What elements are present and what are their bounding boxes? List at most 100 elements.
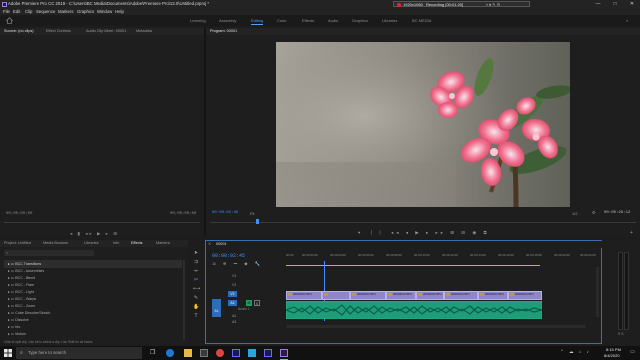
track-label-v3[interactable]: V3 [232, 274, 236, 278]
media-encoder-icon[interactable] [232, 349, 240, 357]
tab-metadata[interactable]: Metadata [136, 28, 152, 35]
program-playhead[interactable] [256, 219, 259, 224]
file-explorer-icon[interactable] [184, 349, 192, 357]
program-timecode[interactable]: 00:00:02:45 [212, 211, 238, 215]
menu-clip[interactable]: Clip [25, 8, 32, 15]
type-tool-icon[interactable]: T [193, 313, 199, 319]
timeline-toolbar-icons[interactable]: ⇲ ⊕ ⎓ ◆ 🔧 [212, 261, 263, 267]
tab-sequence[interactable]: 00001 [216, 241, 227, 248]
video-clip[interactable]: 0009400.MP4 [444, 291, 478, 300]
playback-resolution-select[interactable]: 1/2 [572, 211, 578, 216]
mute-button[interactable]: M [246, 300, 252, 306]
taskbar-search-box[interactable]: ⌕ Type here to search [16, 347, 142, 359]
program-panel-title[interactable]: Program: 00001 [210, 28, 237, 35]
workspace-assembly[interactable]: Assembly [219, 15, 236, 26]
track-label-a1[interactable]: A1 [228, 300, 237, 306]
source-scrub-bar[interactable] [4, 222, 200, 223]
tab-markers[interactable]: Markers [156, 240, 170, 247]
notifications-icon[interactable]: ▭ [630, 349, 635, 355]
track-label-a2[interactable]: A2 [232, 314, 236, 318]
minimize-button[interactable]: — [590, 0, 606, 8]
close-icon[interactable]: ✕ [208, 241, 211, 248]
taskbar-date[interactable]: 8/4/2020 [604, 353, 620, 358]
recorder-app-icon[interactable] [216, 349, 224, 357]
task-view-icon[interactable]: ❐ [150, 349, 158, 357]
workspace-graphics[interactable]: Graphics [352, 15, 368, 26]
solo-button[interactable]: S [254, 300, 260, 306]
selection-tool-icon[interactable]: ➤ [193, 250, 199, 256]
effects-item[interactable]: ▸ ▭ BCC - Assemblies [8, 269, 44, 274]
video-clip[interactable]: 0009400.MP4 [416, 291, 444, 300]
menu-graphics[interactable]: Graphics [77, 8, 94, 15]
audio-clip-a1[interactable] [286, 301, 542, 319]
edge-browser-icon[interactable] [166, 349, 174, 357]
effects-item[interactable]: ▸ ▭ Dissolve [8, 318, 29, 323]
effects-search-input[interactable]: ⌕ [4, 250, 94, 256]
razor-tool-icon[interactable]: ✂ [193, 277, 199, 283]
effects-item[interactable]: ▸ ▭ BCC - Warps [8, 297, 36, 302]
workspace-libraries[interactable]: Libraries [382, 15, 397, 26]
track-label-v1[interactable]: V1 [228, 291, 237, 297]
effects-item[interactable]: ▸ ▭ BCC - Flare [8, 283, 34, 288]
after-effects-icon[interactable] [264, 349, 272, 357]
effects-item[interactable]: ▸ ▭ Iris [8, 325, 20, 330]
menu-help[interactable]: Help [115, 8, 124, 15]
timeline-ruler[interactable]: 00:00 00:00:02:00 00:00:04:00 00:00:06:0… [286, 251, 600, 266]
timeline-vertical-scrollbar[interactable] [596, 267, 599, 317]
photoshop-icon[interactable] [248, 349, 256, 357]
wrench-icon[interactable]: ⚙ [592, 210, 596, 215]
workspace-color[interactable]: Color [277, 15, 287, 26]
zoom-fit-select[interactable]: Fit [250, 211, 254, 216]
solo-meter-buttons[interactable]: S S [618, 332, 624, 336]
menu-markers[interactable]: Markers [58, 8, 74, 15]
tab-libraries[interactable]: Libraries [84, 240, 99, 247]
timeline-horizontal-scrollbar[interactable] [286, 325, 586, 328]
track-select-tool-icon[interactable]: ⇉ [193, 259, 199, 265]
maximize-button[interactable]: □ [607, 0, 623, 8]
timeline-timecode[interactable]: 00:00:02:45 [212, 253, 245, 259]
program-video-frame[interactable] [276, 42, 570, 207]
tab-project[interactable]: Project: Untitled [4, 240, 31, 247]
track-label-a3[interactable]: A3 [232, 320, 236, 324]
tab-info[interactable]: Info [113, 240, 119, 247]
system-tray-icons[interactable]: ⌃ ☁ ⌂ ♪ [560, 349, 591, 355]
windows-start-icon[interactable] [4, 349, 12, 357]
workspace-effects[interactable]: Effects [302, 15, 314, 26]
effects-item[interactable]: ▸ ▭ BCC - Light [8, 290, 34, 295]
premiere-taskbar-icon[interactable] [280, 349, 288, 357]
close-button[interactable]: ✕ [624, 0, 640, 8]
effects-scrollbar[interactable] [183, 260, 185, 340]
home-icon[interactable] [6, 17, 13, 24]
effects-item[interactable]: ▸ ▭ BCC - Zoom [8, 304, 35, 309]
workspace-bc-media[interactable]: BC MEDIA [412, 15, 431, 26]
program-transport-controls[interactable]: ▾ ｛ ｝ ◂◂ ◂ ▶ ▸ ▸▸ ⊞ ⊟ ◉ ⧉ [358, 230, 490, 236]
effects-item[interactable]: ▸ ▭ BCC Transitions [8, 262, 41, 267]
recording-indicator[interactable]: 1920x1080 Recording [00:01:20] ⏸ ⏹ ✎ ⚙ [393, 1, 530, 7]
video-clip[interactable] [322, 291, 350, 300]
tab-effect-controls[interactable]: Effect Controls [46, 28, 71, 35]
recorder-controls-icon[interactable]: ⏸ ⏹ ✎ ⚙ [486, 2, 500, 7]
search-icon[interactable]: ⌕ [626, 15, 628, 26]
source-patch-a1[interactable]: A1 [212, 305, 221, 317]
pen-tool-icon[interactable]: ✎ [193, 295, 199, 301]
tab-audio-clip-mixer[interactable]: Audio Clip Mixer: 00001 [86, 28, 126, 35]
video-clip[interactable]: 0009400.MP4 [478, 291, 508, 300]
workspace-audio[interactable]: Audio [328, 15, 338, 26]
tab-effects[interactable]: Effects [131, 240, 143, 247]
tab-media-browser[interactable]: Media Browser [43, 240, 68, 247]
effects-item[interactable]: ▸ ▭ Motion [8, 332, 26, 337]
video-clip[interactable]: 0009400.MP4 [386, 291, 416, 300]
menu-edit[interactable]: Edit [13, 8, 20, 15]
menu-sequence[interactable]: Sequence [36, 8, 55, 15]
taskbar-time[interactable]: 8:15 PM [606, 347, 621, 352]
video-clip[interactable]: 0009400.MP4 [508, 291, 542, 300]
effects-item[interactable]: ▸ ▭ Cube Dissolve/Sketch [8, 311, 50, 316]
track-label-v2[interactable]: V2 [232, 283, 236, 287]
source-timecode[interactable]: 00;00;00;00 [6, 212, 32, 216]
effects-item[interactable]: ▸ ▭ BCC - Blend [8, 276, 35, 281]
menu-window[interactable]: Window [97, 8, 112, 15]
workspace-learning[interactable]: Learning [190, 15, 206, 26]
ripple-edit-tool-icon[interactable]: ⟛ [193, 268, 199, 274]
video-clip[interactable]: 0009400.MP4 [350, 291, 386, 300]
slip-tool-icon[interactable]: ⟷ [193, 286, 200, 292]
